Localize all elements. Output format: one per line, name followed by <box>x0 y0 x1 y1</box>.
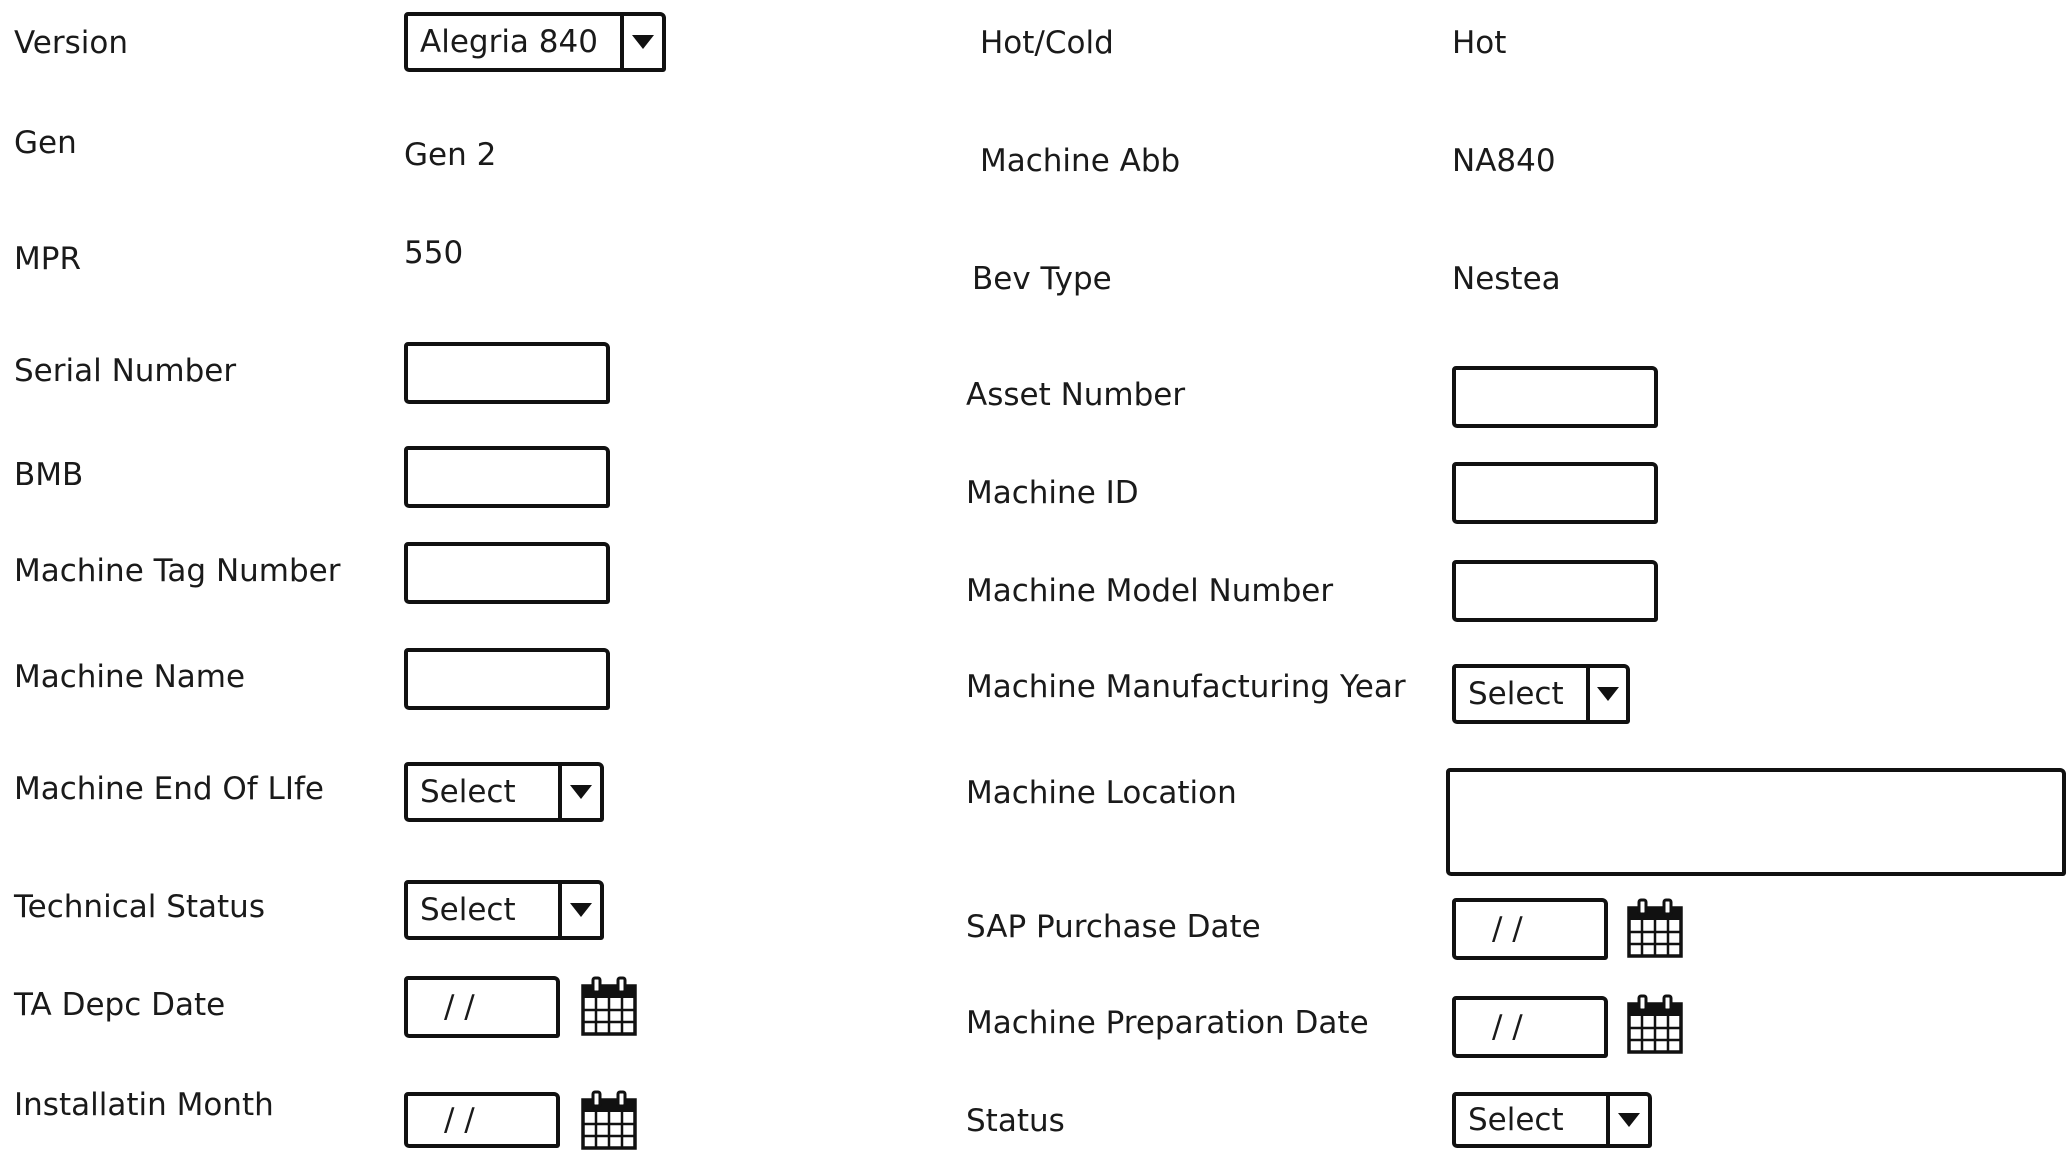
chevron-down-icon <box>570 903 592 917</box>
machine-abb-label: Machine Abb <box>980 143 1181 179</box>
machine-id-input[interactable] <box>1452 462 1658 524</box>
sap-purchase-date-label: SAP Purchase Date <box>966 909 1261 945</box>
machine-manufacturing-year-label: Machine Manufacturing Year <box>966 669 1406 705</box>
serial-number-label: Serial Number <box>14 353 237 389</box>
calendar-icon[interactable] <box>1626 898 1684 960</box>
machine-id-label: Machine ID <box>966 475 1139 511</box>
version-dropdown-button[interactable] <box>620 16 662 68</box>
machine-tag-number-label: Machine Tag Number <box>14 553 341 589</box>
machine-location-label: Machine Location <box>966 775 1237 811</box>
hot-cold-label: Hot/Cold <box>980 25 1114 61</box>
machine-name-label: Machine Name <box>14 659 246 695</box>
machine-tag-number-input[interactable] <box>404 542 610 604</box>
installation-month-input[interactable]: / / <box>404 1092 560 1148</box>
technical-status-dropdown-button[interactable] <box>558 884 600 936</box>
machine-end-of-life-value: Select <box>420 774 516 810</box>
ta-depc-date-input[interactable]: / / <box>404 976 560 1038</box>
machine-end-of-life-select[interactable]: Select <box>404 762 604 822</box>
machine-manufacturing-year-select[interactable]: Select <box>1452 664 1630 724</box>
chevron-down-icon <box>1618 1113 1640 1127</box>
technical-status-label: Technical Status <box>14 889 265 925</box>
calendar-icon[interactable] <box>1626 994 1684 1056</box>
hot-cold-value: Hot <box>1452 25 1507 61</box>
machine-preparation-date-input[interactable]: / / <box>1452 996 1608 1058</box>
machine-location-input[interactable] <box>1446 768 2066 876</box>
asset-number-input[interactable] <box>1452 366 1658 428</box>
chevron-down-icon <box>1597 687 1619 701</box>
machine-model-number-label: Machine Model Number <box>966 573 1334 609</box>
machine-end-of-life-label: Machine End Of LIfe <box>14 771 324 807</box>
machine-name-input[interactable] <box>404 648 610 710</box>
technical-status-select[interactable]: Select <box>404 880 604 940</box>
gen-label: Gen <box>14 125 77 161</box>
sap-purchase-date-input[interactable]: / / <box>1452 898 1608 960</box>
status-label: Status <box>966 1103 1065 1139</box>
gen-value: Gen 2 <box>404 137 497 173</box>
machine-abb-value: NA840 <box>1452 143 1556 179</box>
bev-type-label: Bev Type <box>972 261 1112 297</box>
installation-month-label: Installatin Month <box>14 1087 274 1123</box>
status-select[interactable]: Select <box>1452 1092 1652 1148</box>
machine-model-number-input[interactable] <box>1452 560 1658 622</box>
mpr-value: 550 <box>404 235 464 271</box>
version-select[interactable]: Alegria 840 <box>404 12 666 72</box>
machine-manufacturing-year-value: Select <box>1468 676 1564 712</box>
machine-manufacturing-year-dropdown-button[interactable] <box>1586 668 1626 720</box>
mpr-label: MPR <box>14 241 81 277</box>
bmb-label: BMB <box>14 457 84 493</box>
technical-status-value: Select <box>420 892 516 928</box>
machine-end-of-life-dropdown-button[interactable] <box>558 766 600 818</box>
calendar-icon[interactable] <box>580 1090 638 1152</box>
status-value: Select <box>1468 1102 1564 1138</box>
version-select-value: Alegria 840 <box>420 24 598 60</box>
version-label: Version <box>14 25 128 61</box>
machine-preparation-date-label: Machine Preparation Date <box>966 1005 1369 1041</box>
serial-number-input[interactable] <box>404 342 610 404</box>
calendar-icon[interactable] <box>580 976 638 1038</box>
status-dropdown-button[interactable] <box>1606 1096 1648 1144</box>
ta-depc-date-label: TA Depc Date <box>14 987 226 1023</box>
chevron-down-icon <box>570 785 592 799</box>
asset-number-label: Asset Number <box>966 377 1186 413</box>
chevron-down-icon <box>632 35 654 49</box>
bmb-input[interactable] <box>404 446 610 508</box>
bev-type-value: Nestea <box>1452 261 1561 297</box>
